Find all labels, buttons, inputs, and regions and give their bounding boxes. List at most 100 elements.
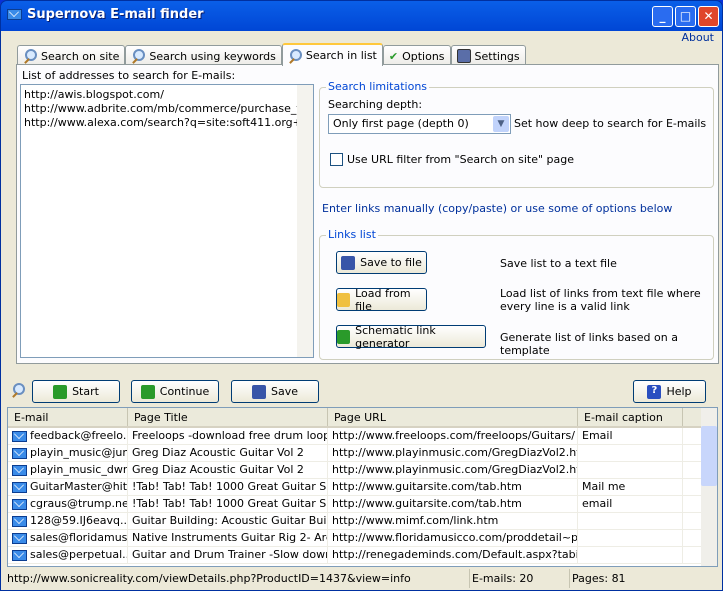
title-bar: Supernova E-mail finder — [7, 7, 204, 22]
table-cell: Guitar and Drum Trainer -Slow down ... — [128, 547, 328, 563]
table-cell: sales@perpetual... — [8, 547, 128, 563]
depth-select[interactable]: Only first page (depth 0) ▼ — [328, 114, 511, 134]
about-link[interactable]: About — [681, 31, 714, 44]
button-label: Help — [666, 385, 692, 398]
button-label: Save to file — [360, 256, 422, 269]
app-window: Supernova E-mail finder _ □ ✕ About Sear… — [0, 0, 723, 591]
button-label: Continue — [159, 385, 210, 398]
column-header-email[interactable]: E-mail — [8, 408, 128, 426]
group-title: Search limitations — [326, 80, 430, 93]
tab-strip: Search on site Search using keywords Sea… — [17, 43, 526, 66]
gen-desc: Generate list of links based on a templa… — [500, 331, 678, 357]
floppy-icon — [341, 255, 356, 270]
table-row[interactable]: playin_music@jun... Greg Diaz Acoustic Gu… — [8, 445, 717, 462]
save-to-file-button[interactable]: Save to file — [336, 251, 427, 274]
cell-text: !Tab! Tab! Tab! 1000 Great Guitar Si... — [132, 497, 328, 510]
tab-search-on-site[interactable]: Search on site — [17, 45, 126, 66]
table-cell: Mail me — [578, 479, 683, 495]
load-from-file-button[interactable]: Load from file — [336, 286, 427, 313]
status-bar: http://www.sonicreality.com/viewDetails.… — [5, 569, 718, 588]
cell-text: Greg Diaz Acoustic Guitar Vol 2 — [132, 446, 304, 459]
magnifier-icon — [131, 49, 146, 63]
tab-search-using-keywords[interactable]: Search using keywords — [125, 45, 282, 66]
table-row[interactable]: playin_music_dwn... Greg Diaz Acoustic Gu… — [8, 462, 717, 479]
checkmark-icon: ✔ — [388, 49, 399, 63]
group-title: Links list — [326, 228, 378, 241]
tab-settings[interactable]: Settings — [450, 45, 526, 66]
maximize-button[interactable]: □ — [675, 6, 696, 27]
cell-text: sales@floridamusi... — [30, 531, 128, 544]
cell-text: http://renegademinds.com/Default.aspx?ta… — [332, 548, 577, 561]
cell-text: Freeloops -download free drum loops,f... — [132, 429, 327, 442]
minimize-button[interactable]: _ — [652, 6, 673, 27]
cell-text: Mail me — [582, 480, 626, 493]
table-row[interactable]: GuitarMaster@hit... !Tab! Tab! Tab! 1000 … — [8, 479, 717, 496]
tab-label: Search using keywords — [149, 49, 276, 63]
address-list-textarea[interactable]: http://awis.blogspot.com/ http://www.adb… — [20, 84, 314, 358]
folder-icon — [337, 292, 351, 307]
status-url: http://www.sonicreality.com/viewDetails.… — [5, 569, 470, 588]
load-desc: Load list of links from text file where … — [500, 287, 701, 313]
cell-text: http://www.mimf.com/link.htm — [332, 514, 499, 527]
table-cell: email — [578, 496, 683, 512]
status-pages: Pages: 81 — [572, 572, 626, 585]
help-button[interactable]: ? Help — [633, 380, 706, 403]
column-header-email-caption[interactable]: E-mail caption — [578, 408, 683, 426]
table-cell: cgraus@trump.ne... — [8, 496, 128, 512]
cell-text: http://www.playinmusic.com/GregDiazVol2.… — [332, 463, 578, 476]
table-cell: playin_music_dwn... — [8, 462, 128, 478]
start-button[interactable]: Start — [32, 380, 120, 403]
table-cell: http://www.guitarsite.com/tab.htm — [328, 496, 578, 512]
cell-text: feedback@freelo... — [30, 429, 128, 442]
table-cell: http://renegademinds.com/Default.aspx?ta… — [328, 547, 578, 563]
cell-text: email — [582, 497, 613, 510]
column-header-page-url[interactable]: Page URL — [328, 408, 578, 426]
url-filter-checkbox[interactable] — [330, 153, 343, 166]
table-cell: Greg Diaz Acoustic Guitar Vol 2 — [128, 462, 328, 478]
scrollbar-thumb[interactable] — [701, 426, 717, 486]
schematic-link-generator-button[interactable]: Schematic link generator — [336, 324, 486, 350]
table-cell: Greg Diaz Acoustic Guitar Vol 2 — [128, 445, 328, 461]
tab-label: Search in list — [305, 49, 377, 62]
close-button[interactable]: ✕ — [698, 6, 719, 27]
continue-button[interactable]: Continue — [131, 380, 219, 403]
table-row[interactable]: sales@floridamusi... Native Instruments G… — [8, 530, 717, 547]
cell-text: playin_music@jun... — [30, 446, 128, 459]
list-label: List of addresses to search for E-mails: — [22, 69, 236, 82]
table-row[interactable]: cgraus@trump.ne... !Tab! Tab! Tab! 1000 G… — [8, 496, 717, 513]
cell-text: Greg Diaz Acoustic Guitar Vol 2 — [132, 463, 304, 476]
cell-text: sales@perpetual... — [30, 548, 128, 561]
column-header-page-title[interactable]: Page Title — [128, 408, 328, 426]
table-cell: http://www.playinmusic.com/GregDiazVol2.… — [328, 445, 578, 461]
cell-text: http://www.playinmusic.com/GregDiazVol2.… — [332, 446, 578, 459]
table-row[interactable]: feedback@freelo... Freeloops -download fr… — [8, 428, 717, 445]
tab-search-in-list[interactable]: Search in list — [281, 43, 383, 66]
table-body: feedback@freelo... Freeloops -download fr… — [8, 428, 717, 564]
cell-text: !Tab! Tab! Tab! 1000 Great Guitar Si... — [132, 480, 328, 493]
table-row[interactable]: sales@perpetual... Guitar and Drum Traine… — [8, 547, 717, 564]
address-list-text: http://awis.blogspot.com/ http://www.adb… — [24, 88, 314, 129]
table-cell: Native Instruments Guitar Rig 2- Arev... — [128, 530, 328, 546]
url-filter-label[interactable]: Use URL filter from "Search on site" pag… — [347, 153, 574, 166]
arrow-right-icon — [140, 384, 155, 399]
envelope-icon — [12, 549, 27, 561]
button-label: Load from file — [355, 286, 411, 313]
table-row[interactable]: 128@59.IJ6eavq... Guitar Building: Acoust… — [8, 513, 717, 530]
textarea-scrollbar[interactable] — [297, 85, 313, 357]
envelope-icon — [12, 515, 27, 527]
table-cell — [578, 547, 683, 563]
tab-options[interactable]: ✔ Options — [382, 45, 451, 66]
results-table: E-mail Page Title Page URL E-mail captio… — [7, 407, 718, 567]
links-hint: Enter links manually (copy/paste) or use… — [322, 202, 673, 215]
table-cell: !Tab! Tab! Tab! 1000 Great Guitar Si... — [128, 479, 328, 495]
chevron-down-icon[interactable]: ▼ — [493, 116, 509, 132]
button-label: Save — [270, 385, 298, 398]
depth-hint: Set how deep to search for E-mails — [514, 117, 707, 130]
save-button[interactable]: Save — [231, 380, 319, 403]
table-cell: playin_music@jun... — [8, 445, 128, 461]
table-cell: Guitar Building: Acoustic Guitar Buildi.… — [128, 513, 328, 529]
cell-text: http://www.floridamusicco.com/proddetail… — [332, 531, 578, 544]
table-scrollbar[interactable] — [701, 408, 717, 566]
envelope-icon — [12, 447, 27, 459]
button-label: Start — [72, 385, 99, 398]
